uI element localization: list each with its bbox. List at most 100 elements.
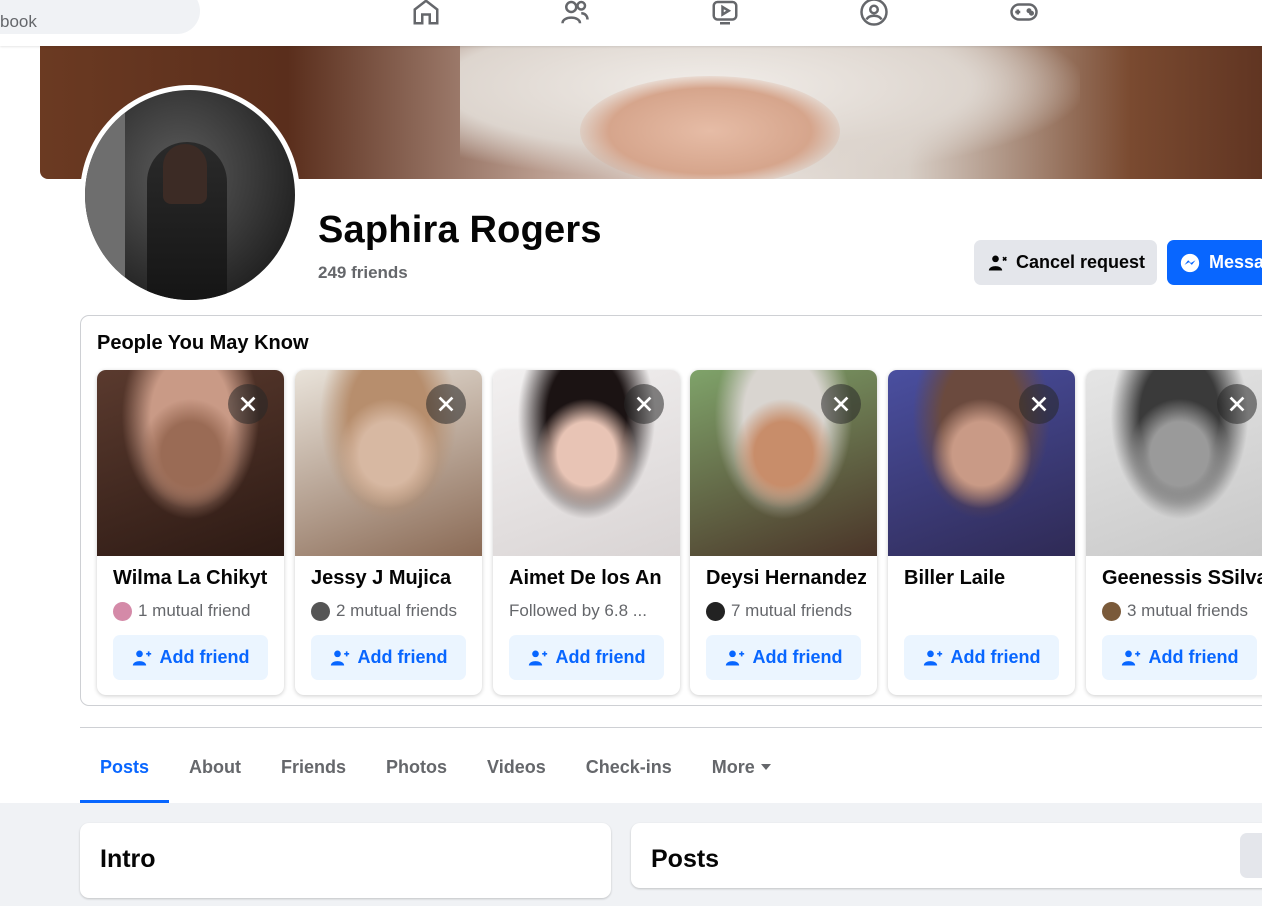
add-friend-button[interactable]: Add friend xyxy=(904,635,1059,680)
dismiss-button[interactable] xyxy=(426,384,466,424)
cancel-request-button[interactable]: Cancel request xyxy=(974,240,1157,285)
intro-title: Intro xyxy=(100,845,156,873)
add-friend-icon xyxy=(725,650,744,665)
tab-label: Photos xyxy=(386,757,448,777)
watch-icon[interactable] xyxy=(709,0,741,28)
add-friend-icon xyxy=(330,650,349,665)
mutual-friends-text: 3 mutual friends xyxy=(1127,601,1248,620)
gaming-icon[interactable] xyxy=(1008,0,1040,28)
cover-photo-detail xyxy=(580,76,840,179)
dismiss-button[interactable] xyxy=(821,384,861,424)
person-card[interactable]: Geenessis SSilva 3 mutual friends Add fr… xyxy=(1086,370,1262,695)
add-friend-button[interactable]: Add friend xyxy=(113,635,268,680)
mutual-friends: 2 mutual friends xyxy=(311,601,476,621)
tab-check-ins[interactable]: Check-ins xyxy=(566,745,692,803)
search-input[interactable]: book xyxy=(0,0,200,34)
person-photo[interactable] xyxy=(97,370,284,556)
tab-friends[interactable]: Friends xyxy=(261,745,366,803)
person-photo[interactable] xyxy=(493,370,680,556)
message-button[interactable]: Messa xyxy=(1167,240,1262,285)
person-card[interactable]: Aimet De los An Followed by 6.8 ... Add … xyxy=(493,370,680,695)
tab-label: Check-ins xyxy=(585,757,672,777)
message-label: Messa xyxy=(1209,252,1262,272)
add-friend-icon xyxy=(132,650,151,665)
search-placeholder: book xyxy=(0,12,37,31)
add-friend-button[interactable]: Add friend xyxy=(509,635,664,680)
add-friend-button[interactable]: Add friend xyxy=(1102,635,1257,680)
tab-more[interactable]: More xyxy=(692,745,791,803)
close-icon xyxy=(1229,396,1245,412)
person-card[interactable]: Deysi Hernandez 7 mutual friends Add fri… xyxy=(690,370,877,695)
mutual-friends: Followed by 6.8 ... xyxy=(509,601,674,621)
tab-label: Friends xyxy=(281,757,347,777)
add-friend-icon xyxy=(923,650,942,665)
people-you-may-know: People You May Know Wilma La Chikyt 1 mu… xyxy=(80,315,1262,706)
posts-panel: Posts xyxy=(631,823,1262,888)
person-card[interactable]: Wilma La Chikyt 1 mutual friend Add frie… xyxy=(97,370,284,695)
close-icon xyxy=(240,396,256,412)
tab-posts[interactable]: Posts xyxy=(80,745,170,803)
posts-title: Posts xyxy=(651,845,720,873)
add-friend-button[interactable]: Add friend xyxy=(706,635,861,680)
mutual-friend-avatar xyxy=(1102,601,1121,621)
intro-panel: Intro xyxy=(80,823,611,898)
profile-avatar[interactable] xyxy=(80,85,300,305)
profile-tabs: Posts About Friends Photos Videos Check-ins Mo… xyxy=(80,745,791,803)
person-name[interactable]: Wilma La Chikyt xyxy=(113,567,273,590)
dismiss-button[interactable] xyxy=(228,384,268,424)
caret-down-icon xyxy=(760,764,771,770)
mutual-friends-text: Followed by 6.8 ... xyxy=(509,601,647,620)
add-friend-button[interactable]: Add friend xyxy=(311,635,466,680)
person-name[interactable]: Aimet De los An xyxy=(509,567,669,590)
tab-about[interactable]: About xyxy=(169,745,261,803)
person-photo[interactable] xyxy=(1086,370,1262,556)
dismiss-button[interactable] xyxy=(1019,384,1059,424)
avatar-image xyxy=(85,90,295,300)
home-icon[interactable] xyxy=(410,0,442,28)
tab-label: Posts xyxy=(100,757,150,777)
tab-label: About xyxy=(189,757,242,777)
person-photo[interactable] xyxy=(295,370,482,556)
groups-icon[interactable] xyxy=(858,0,890,28)
messenger-icon xyxy=(1180,253,1200,272)
add-friend-label: Add friend xyxy=(159,647,250,667)
mutual-friends-text: 1 mutual friend xyxy=(138,601,251,620)
friends-icon[interactable] xyxy=(559,0,591,28)
person-photo[interactable] xyxy=(888,370,1075,556)
add-friend-label: Add friend xyxy=(752,647,843,667)
person-photo[interactable] xyxy=(690,370,877,556)
filters-button[interactable] xyxy=(1240,833,1262,878)
tab-label: Videos xyxy=(487,757,546,777)
top-bar: book xyxy=(0,0,1262,46)
person-name[interactable]: Geenessis SSilva xyxy=(1102,567,1262,590)
mutual-friends: 7 mutual friends xyxy=(706,601,871,621)
person-name[interactable]: Biller Laile xyxy=(904,567,1064,590)
add-friend-label: Add friend xyxy=(1148,647,1239,667)
close-icon xyxy=(833,396,849,412)
person-card[interactable]: Biller Laile Add friend xyxy=(888,370,1075,695)
tab-photos[interactable]: Photos xyxy=(366,745,467,803)
person-name[interactable]: Deysi Hernandez xyxy=(706,567,866,590)
dismiss-button[interactable] xyxy=(1217,384,1257,424)
friends-count[interactable]: 249 friends xyxy=(318,263,408,283)
mutual-friends-text: 7 mutual friends xyxy=(731,601,852,620)
mutual-friends-text: 2 mutual friends xyxy=(336,601,457,620)
mutual-friend-avatar xyxy=(311,601,330,621)
close-icon xyxy=(438,396,454,412)
cancel-request-icon xyxy=(988,255,1007,270)
close-icon xyxy=(1031,396,1047,412)
add-friend-icon xyxy=(1121,650,1140,665)
mutual-friend-avatar xyxy=(706,601,725,621)
mutual-friends: 3 mutual friends xyxy=(1102,601,1262,621)
pymk-title: People You May Know xyxy=(97,332,309,354)
profile-name: Saphira Rogers xyxy=(318,209,602,251)
avatar-detail xyxy=(163,144,207,204)
mutual-friend-avatar xyxy=(113,601,132,621)
dismiss-button[interactable] xyxy=(624,384,664,424)
person-card[interactable]: Jessy J Mujica 2 mutual friends Add frie… xyxy=(295,370,482,695)
add-friend-label: Add friend xyxy=(357,647,448,667)
tab-videos[interactable]: Videos xyxy=(467,745,566,803)
person-name[interactable]: Jessy J Mujica xyxy=(311,567,471,590)
avatar-detail xyxy=(85,90,125,300)
tab-label: More xyxy=(711,757,755,777)
